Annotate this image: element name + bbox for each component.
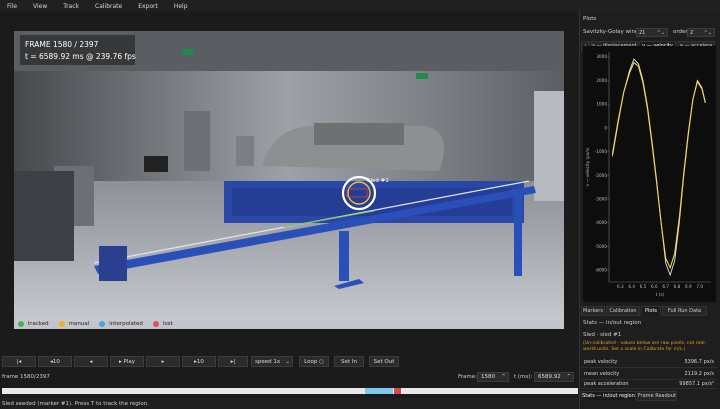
tab-plots[interactable]: Plots: [641, 306, 661, 316]
forward-1-button[interactable]: ▸: [146, 356, 180, 367]
stats-sled: Sled · sled #1: [583, 332, 622, 338]
tab-frame-readout[interactable]: Frame Readout: [637, 391, 677, 401]
tab-full-run-data[interactable]: Full Run Data: [662, 306, 707, 316]
y-tick-label: 0: [604, 125, 607, 130]
menu-bar: File View Track Calibrate Export Help: [0, 0, 720, 12]
x-tick-label: 6.9: [685, 284, 692, 289]
forward-10-button[interactable]: ▸10: [182, 356, 216, 367]
time-readout: t = 6589.92 ms @ 239.76 fps: [25, 52, 136, 61]
legend-lost: lost: [152, 321, 173, 327]
y-tick-label: 1000: [596, 102, 607, 107]
time-label: t (ms):: [514, 374, 533, 380]
x-tick-label: 6.5: [640, 284, 647, 289]
y-tick-label: 2000: [596, 78, 607, 83]
y-tick-label: -1000: [595, 149, 608, 154]
velocity-chart: 3000 2000 1000 0 -1000 -2000 -3000 -4000 -5000 -6…: [585, 52, 711, 298]
playback-controls: |◂ ◂10 ◂ ▸ Play ▸ ▸10 ▸| speed 1x ⌄ Loop …: [0, 356, 578, 368]
x-tick-label: 7.0: [696, 284, 703, 289]
x-tick-label: 6.8: [674, 284, 681, 289]
set-in-button[interactable]: Set In: [334, 356, 364, 367]
x-tick-label: 6.7: [662, 284, 669, 289]
legend-tracked: tracked: [18, 321, 49, 327]
stats-header: Stats — in/out region: [583, 320, 642, 326]
order-input[interactable]: 2 ⌃⌄: [687, 28, 715, 37]
frame-input[interactable]: 1580 ⌃: [477, 372, 509, 382]
menu-track[interactable]: Track: [56, 3, 88, 10]
menu-view[interactable]: View: [26, 3, 56, 10]
tab-calibration[interactable]: Calibration: [606, 306, 640, 316]
go-end-button[interactable]: ▸|: [218, 356, 248, 367]
set-out-button[interactable]: Set Out: [369, 356, 399, 367]
legend-manual: manual: [58, 321, 89, 327]
stepper-icon[interactable]: ⌃: [566, 374, 571, 380]
calibration-warning: (Un-calibrated - values below are raw pi…: [583, 341, 707, 352]
x-tick-label: 6.4: [628, 284, 635, 289]
frame-overlay: FRAME 1580 / 2397 t = 6589.92 ms @ 239.7…: [20, 35, 136, 65]
frame-info: frame 1580/2397: [2, 374, 50, 380]
plots-title: Plots: [583, 16, 597, 22]
lost-dot-icon: [152, 321, 159, 327]
status-text: Sled seeded (marker #1). Press T to trac…: [2, 401, 149, 407]
back-1-button[interactable]: ◂: [74, 356, 108, 367]
series-line-1: [611, 61, 706, 270]
in-out-range: [365, 388, 393, 394]
x-tick-label: 6.3: [617, 284, 624, 289]
x-axis-label: t (s): [656, 292, 665, 298]
menu-help[interactable]: Help: [167, 3, 197, 10]
tab-stats-region[interactable]: Stats — in/out region: [581, 391, 636, 401]
track-legend: tracked manual interpolated lost: [18, 319, 183, 329]
legend-interpolated: interpolated: [99, 321, 143, 327]
go-start-button[interactable]: |◂: [2, 356, 36, 367]
frame-row: frame 1580/2397 Frame: 1580 ⌃ t (ms): 658…: [0, 371, 578, 383]
order-label: order: [673, 29, 688, 35]
stepper-icon[interactable]: ⌃⌄: [657, 30, 665, 36]
stepper-icon[interactable]: ⌃⌄: [704, 30, 712, 36]
y-tick-label: -6000: [595, 268, 608, 273]
y-tick-label: -3000: [595, 197, 608, 202]
marker-label: Sled #1: [367, 178, 389, 184]
video-frame[interactable]: [14, 31, 564, 329]
interpolated-dot-icon: [99, 321, 106, 327]
tracked-dot-icon: [18, 321, 24, 327]
sg-window-input[interactable]: 21 ⌃⌄: [636, 28, 668, 37]
video-scene: [14, 31, 564, 329]
x-tick-label: 6.6: [651, 284, 658, 289]
back-10-button[interactable]: ◂10: [38, 356, 72, 367]
speed-select[interactable]: speed 1x ⌄: [251, 356, 293, 367]
series-line-0: [611, 58, 706, 277]
y-tick-label: -5000: [595, 244, 608, 249]
velocity-plot[interactable]: 3000 2000 1000 0 -1000 -2000 -3000 -4000 -5000 -6…: [583, 46, 716, 302]
time-input[interactable]: 6589.92 ⌃: [534, 372, 574, 382]
menu-file[interactable]: File: [0, 3, 26, 10]
stat-row: mean velocity 2119.2 px/s: [581, 368, 717, 380]
y-tick-label: -2000: [595, 173, 608, 178]
y-axis-label: v — velocity (px/s): [585, 147, 590, 186]
timeline-scrubber[interactable]: [2, 388, 578, 394]
menu-calibrate[interactable]: Calibrate: [88, 3, 131, 10]
y-tick-label: 3000: [596, 54, 607, 59]
status-bar: Sled seeded (marker #1). Press T to trac…: [0, 398, 578, 409]
tab-markers[interactable]: Markers: [581, 306, 605, 316]
frame-counter: FRAME 1580 / 2397: [25, 40, 99, 49]
stepper-icon[interactable]: ⌃: [501, 374, 506, 380]
playhead[interactable]: [394, 388, 401, 394]
stat-row: peak acceleration 99857.1 px/s²: [581, 380, 717, 389]
chevron-down-icon: ⌄: [285, 358, 290, 365]
menu-export[interactable]: Export: [131, 3, 167, 10]
play-button[interactable]: ▸ Play: [110, 356, 144, 367]
manual-dot-icon: [58, 321, 65, 327]
frame-label: Frame:: [458, 374, 477, 380]
loop-toggle[interactable]: Loop ○: [299, 356, 329, 367]
stat-row: peak velocity 5396.7 px/s: [581, 356, 717, 368]
y-tick-label: -4000: [595, 220, 608, 225]
